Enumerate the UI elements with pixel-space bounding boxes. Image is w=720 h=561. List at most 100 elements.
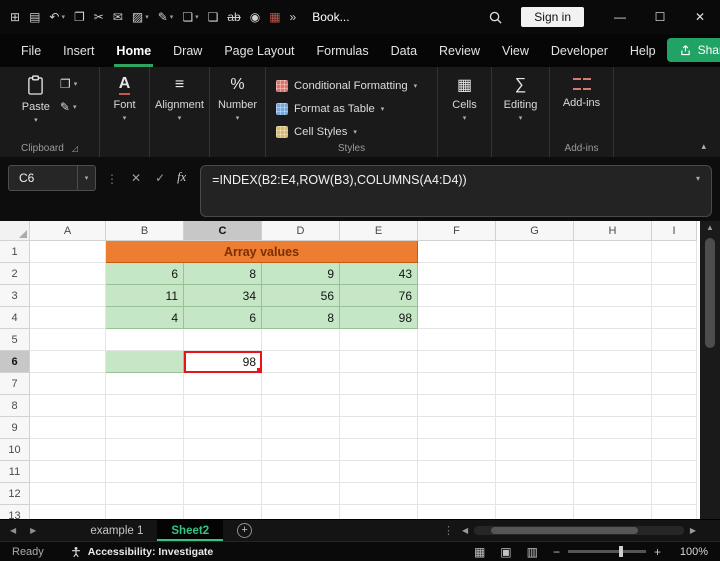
- cell-A11[interactable]: [30, 461, 106, 483]
- horizontal-scroll-track[interactable]: [474, 526, 684, 535]
- tab-draw[interactable]: Draw: [162, 34, 213, 67]
- cell-B3[interactable]: 11: [106, 285, 184, 307]
- expand-formula-bar-icon[interactable]: ▾: [696, 174, 700, 183]
- cell-G1[interactable]: [496, 241, 574, 263]
- row-header-12[interactable]: 12: [0, 483, 30, 505]
- cell-C8[interactable]: [184, 395, 262, 417]
- cell-B5[interactable]: [106, 329, 184, 351]
- formula-input[interactable]: =INDEX(B2:E4,ROW(B3),COLUMNS(A4:D4)) ▾: [200, 165, 712, 217]
- cell-I2[interactable]: [652, 263, 697, 285]
- column-header-A[interactable]: A: [30, 221, 106, 241]
- cell-B7[interactable]: [106, 373, 184, 395]
- row-header-6[interactable]: 6: [0, 351, 30, 373]
- row-header-8[interactable]: 8: [0, 395, 30, 417]
- close-button[interactable]: ✕: [680, 0, 720, 34]
- cell-D6[interactable]: [262, 351, 340, 373]
- cell-C3[interactable]: 34: [184, 285, 262, 307]
- cell-D5[interactable]: [262, 329, 340, 351]
- tab-page-layout[interactable]: Page Layout: [213, 34, 305, 67]
- dialog-launcher-icon[interactable]: ◿: [72, 144, 78, 153]
- column-header-C[interactable]: C: [184, 221, 262, 241]
- camera-button[interactable]: ◉: [250, 11, 260, 23]
- cell-F8[interactable]: [418, 395, 496, 417]
- scroll-up-icon[interactable]: ▲: [706, 224, 714, 232]
- cell-H2[interactable]: [574, 263, 652, 285]
- horizontal-scroll-thumb[interactable]: [490, 527, 638, 534]
- cell-F5[interactable]: [418, 329, 496, 351]
- copy-button[interactable]: ❐: [74, 11, 85, 23]
- tab-help[interactable]: Help: [619, 34, 667, 67]
- tab-review[interactable]: Review: [428, 34, 491, 67]
- sign-in-button[interactable]: Sign in: [521, 7, 584, 27]
- row-header-11[interactable]: 11: [0, 461, 30, 483]
- cell-G13[interactable]: [496, 505, 574, 519]
- row-header-7[interactable]: 7: [0, 373, 30, 395]
- cell-A8[interactable]: [30, 395, 106, 417]
- excel-button[interactable]: ⊞: [10, 11, 20, 23]
- cell-B2[interactable]: 6: [106, 263, 184, 285]
- cell-F3[interactable]: [418, 285, 496, 307]
- normal-view-icon[interactable]: ▦: [474, 545, 485, 559]
- vertical-scrollbar[interactable]: ▲: [700, 221, 720, 519]
- cell-H8[interactable]: [574, 395, 652, 417]
- cell-G4[interactable]: [496, 307, 574, 329]
- sheet-tab-sheet2[interactable]: Sheet2: [157, 520, 224, 541]
- cell-F4[interactable]: [418, 307, 496, 329]
- cell-C11[interactable]: [184, 461, 262, 483]
- chevron-down-icon[interactable]: ▾: [77, 166, 95, 190]
- cell-G8[interactable]: [496, 395, 574, 417]
- cancel-icon[interactable]: ✕: [131, 171, 141, 185]
- cell-styles-button[interactable]: Cell Styles ▾: [276, 120, 429, 143]
- cell-F9[interactable]: [418, 417, 496, 439]
- cell-A13[interactable]: [30, 505, 106, 519]
- name-box[interactable]: C6 ▾: [8, 165, 96, 191]
- format-painter-button[interactable]: ✎ ▾: [60, 100, 77, 114]
- new-page-button[interactable]: ❑: [208, 11, 219, 23]
- cell-D9[interactable]: [262, 417, 340, 439]
- cell-G9[interactable]: [496, 417, 574, 439]
- cell-I11[interactable]: [652, 461, 697, 483]
- mail-button[interactable]: ✉: [113, 11, 123, 23]
- cell-C9[interactable]: [184, 417, 262, 439]
- cell-C10[interactable]: [184, 439, 262, 461]
- cell-E6[interactable]: [340, 351, 418, 373]
- column-header-I[interactable]: I: [652, 221, 697, 241]
- scroll-right-icon[interactable]: ▶: [690, 526, 696, 535]
- cell-E13[interactable]: [340, 505, 418, 519]
- column-header-H[interactable]: H: [574, 221, 652, 241]
- cell-I9[interactable]: [652, 417, 697, 439]
- cell-H11[interactable]: [574, 461, 652, 483]
- maximize-button[interactable]: ☐: [640, 0, 680, 34]
- cell-E5[interactable]: [340, 329, 418, 351]
- cell-B9[interactable]: [106, 417, 184, 439]
- cell-H9[interactable]: [574, 417, 652, 439]
- row-header-5[interactable]: 5: [0, 329, 30, 351]
- cell-E2[interactable]: 43: [340, 263, 418, 285]
- cell-E11[interactable]: [340, 461, 418, 483]
- scroll-left-icon[interactable]: ◀: [462, 526, 468, 535]
- zoom-slider[interactable]: [567, 546, 646, 557]
- cell-F2[interactable]: [418, 263, 496, 285]
- vertical-scroll-thumb[interactable]: [705, 238, 715, 348]
- cell-C4[interactable]: 6: [184, 307, 262, 329]
- paste-button[interactable]: Paste ▾: [22, 75, 50, 124]
- enter-check-icon[interactable]: ✓: [155, 171, 165, 185]
- cell-D3[interactable]: 56: [262, 285, 340, 307]
- accessibility-status[interactable]: Accessibility: Investigate: [70, 546, 213, 558]
- cell-G11[interactable]: [496, 461, 574, 483]
- cell-C7[interactable]: [184, 373, 262, 395]
- cell-A4[interactable]: [30, 307, 106, 329]
- cell-F10[interactable]: [418, 439, 496, 461]
- cell-I8[interactable]: [652, 395, 697, 417]
- tab-view[interactable]: View: [491, 34, 540, 67]
- page-break-view-icon[interactable]: ▥: [527, 545, 538, 559]
- insert-function-icon[interactable]: fx: [177, 170, 186, 185]
- strikethrough-button[interactable]: ab: [227, 11, 240, 23]
- save-button[interactable]: ▤: [29, 11, 40, 23]
- cell-C12[interactable]: [184, 483, 262, 505]
- cell-D8[interactable]: [262, 395, 340, 417]
- share-button[interactable]: Share: [666, 38, 720, 62]
- cell-D13[interactable]: [262, 505, 340, 519]
- cell-A7[interactable]: [30, 373, 106, 395]
- cell-A12[interactable]: [30, 483, 106, 505]
